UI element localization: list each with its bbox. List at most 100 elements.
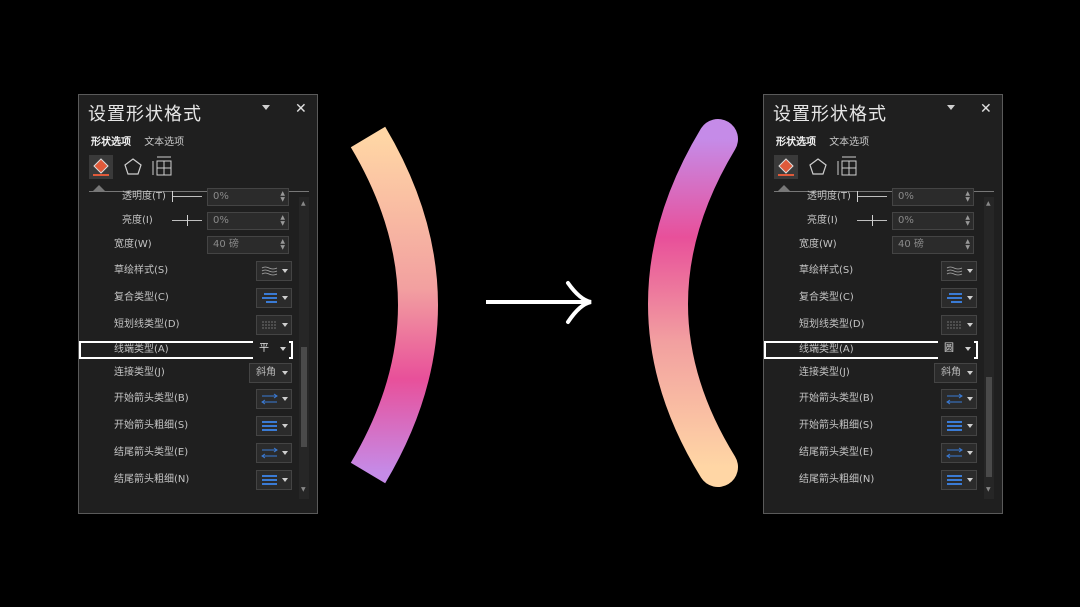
size-properties-icon[interactable] bbox=[151, 155, 175, 179]
sketch-style-button[interactable] bbox=[256, 261, 292, 281]
end-arrow-type-label: 结尾箭头类型(E) bbox=[114, 447, 189, 458]
brightness-label: 亮度(I) bbox=[807, 215, 838, 226]
scrollbar-thumb[interactable] bbox=[986, 377, 992, 477]
arrow-size-icon bbox=[262, 421, 277, 431]
row-cap: 线端类型(A) 平 bbox=[79, 338, 317, 362]
brightness-input[interactable]: 0% ▲ ▼ bbox=[892, 212, 974, 230]
tab-shape-options[interactable]: 形状选项 bbox=[91, 137, 131, 148]
transparency-input[interactable]: 0% ▲ ▼ bbox=[892, 188, 974, 206]
sketch-style-button[interactable] bbox=[941, 261, 977, 281]
sketch-style-icon bbox=[946, 266, 963, 276]
arrow-size-icon bbox=[262, 475, 277, 485]
begin-arrow-type-button[interactable] bbox=[941, 389, 977, 409]
close-icon[interactable]: ✕ bbox=[980, 102, 992, 116]
arrow-right-icon bbox=[486, 281, 592, 324]
width-input[interactable]: 40 磅 ▲ ▼ bbox=[207, 236, 289, 254]
row-end-arrow-type: 结尾箭头类型(E) bbox=[764, 441, 1002, 465]
arrow-type-icon bbox=[261, 393, 278, 405]
join-label: 连接类型(J) bbox=[114, 367, 165, 378]
row-end-arrow-size: 结尾箭头粗细(N) bbox=[764, 468, 1002, 492]
arrow-type-icon bbox=[261, 447, 278, 459]
end-arrow-size-label: 结尾箭头粗细(N) bbox=[799, 474, 875, 485]
cap-type-dropdown[interactable]: 平 bbox=[253, 340, 289, 360]
transparency-slider[interactable] bbox=[172, 191, 202, 202]
dash-type-button[interactable] bbox=[941, 315, 977, 335]
tab-shape-options[interactable]: 形状选项 bbox=[776, 137, 816, 148]
pane-title: 设置形状格式 bbox=[773, 104, 887, 125]
brightness-slider[interactable] bbox=[172, 215, 202, 226]
close-icon[interactable]: ✕ bbox=[295, 102, 307, 116]
compound-label: 复合类型(C) bbox=[114, 292, 169, 303]
shape-effects-icon[interactable] bbox=[806, 155, 830, 179]
transparency-label: 透明度(T) bbox=[122, 191, 166, 202]
end-arrow-size-button[interactable] bbox=[256, 470, 292, 490]
compound-label: 复合类型(C) bbox=[799, 292, 854, 303]
size-properties-icon[interactable] bbox=[836, 155, 860, 179]
begin-arrow-type-button[interactable] bbox=[256, 389, 292, 409]
row-sketch: 草绘样式(S) bbox=[79, 259, 317, 283]
row-compound: 复合类型(C) bbox=[764, 286, 1002, 310]
dash-label: 短划线类型(D) bbox=[114, 319, 180, 330]
pane-options-dropdown[interactable] bbox=[262, 105, 270, 110]
row-brightness: 亮度(I) 0% ▲ ▼ bbox=[79, 209, 317, 233]
end-arrow-type-button[interactable] bbox=[256, 443, 292, 463]
row-width: 宽度(W) 40 磅 ▲ ▼ bbox=[764, 233, 1002, 257]
begin-arrow-type-label: 开始箭头类型(B) bbox=[799, 393, 874, 404]
row-begin-arrow-type: 开始箭头类型(B) bbox=[79, 387, 317, 411]
fill-line-icon[interactable] bbox=[89, 155, 113, 179]
row-join: 连接类型(J) 斜角 bbox=[79, 361, 317, 385]
begin-arrow-size-label: 开始箭头粗细(S) bbox=[799, 420, 874, 431]
scrollbar-thumb[interactable] bbox=[301, 347, 307, 447]
cap-label: 线端类型(A) bbox=[799, 344, 854, 355]
join-type-dropdown[interactable]: 斜角 bbox=[934, 363, 977, 383]
compound-type-icon bbox=[947, 293, 962, 303]
join-type-dropdown[interactable]: 斜角 bbox=[249, 363, 292, 383]
width-input[interactable]: 40 磅 ▲ ▼ bbox=[892, 236, 974, 254]
pane-title: 设置形状格式 bbox=[88, 104, 202, 125]
shape-effects-icon[interactable] bbox=[121, 155, 145, 179]
row-end-arrow-type: 结尾箭头类型(E) bbox=[79, 441, 317, 465]
sketch-label: 草绘样式(S) bbox=[114, 265, 169, 276]
begin-arrow-type-label: 开始箭头类型(B) bbox=[114, 393, 189, 404]
end-arrow-type-button[interactable] bbox=[941, 443, 977, 463]
begin-arrow-size-button[interactable] bbox=[256, 416, 292, 436]
transparency-slider[interactable] bbox=[857, 191, 887, 202]
flat-cap-arc-shape bbox=[350, 126, 438, 484]
join-label: 连接类型(J) bbox=[799, 367, 850, 378]
arrow-type-icon bbox=[946, 447, 963, 459]
compound-type-button[interactable] bbox=[941, 288, 977, 308]
row-transparency: 透明度(T) 0% ▲ ▼ bbox=[764, 185, 1002, 209]
row-transparency: 透明度(T) 0% ▲ ▼ bbox=[79, 185, 317, 209]
pane-scrollbar[interactable]: ▲ ▼ bbox=[984, 197, 994, 499]
sketch-style-icon bbox=[261, 266, 278, 276]
row-end-arrow-size: 结尾箭头粗细(N) bbox=[79, 468, 317, 492]
format-shape-pane-right: 设置形状格式 ✕ 形状选项 文本选项 透明度(T) 0% ▲ ▼ 亮度(I) 0% ▲… bbox=[763, 94, 1003, 514]
row-begin-arrow-size: 开始箭头粗细(S) bbox=[764, 414, 1002, 438]
dash-type-icon bbox=[262, 321, 277, 329]
row-width: 宽度(W) 40 磅 ▲ ▼ bbox=[79, 233, 317, 257]
brightness-label: 亮度(I) bbox=[122, 215, 153, 226]
end-arrow-size-label: 结尾箭头粗细(N) bbox=[114, 474, 190, 485]
brightness-input[interactable]: 0% ▲ ▼ bbox=[207, 212, 289, 230]
transparency-label: 透明度(T) bbox=[807, 191, 851, 202]
pane-scrollbar[interactable]: ▲ ▼ bbox=[299, 197, 309, 499]
format-shape-pane-left: 设置形状格式 ✕ 形状选项 文本选项 透明度(T) 0% ▲ ▼ 亮度(I) 0% ▲… bbox=[78, 94, 318, 514]
end-arrow-size-button[interactable] bbox=[941, 470, 977, 490]
begin-arrow-size-button[interactable] bbox=[941, 416, 977, 436]
tab-text-options[interactable]: 文本选项 bbox=[829, 137, 869, 148]
tab-text-options[interactable]: 文本选项 bbox=[144, 137, 184, 148]
brightness-slider[interactable] bbox=[857, 215, 887, 226]
compound-type-icon bbox=[262, 293, 277, 303]
dash-type-button[interactable] bbox=[256, 315, 292, 335]
cap-type-dropdown[interactable]: 圆 bbox=[938, 340, 974, 360]
row-compound: 复合类型(C) bbox=[79, 286, 317, 310]
transparency-input[interactable]: 0% ▲ ▼ bbox=[207, 188, 289, 206]
fill-line-icon[interactable] bbox=[774, 155, 798, 179]
row-begin-arrow-type: 开始箭头类型(B) bbox=[764, 387, 1002, 411]
pane-options-dropdown[interactable] bbox=[947, 105, 955, 110]
compound-type-button[interactable] bbox=[256, 288, 292, 308]
row-sketch: 草绘样式(S) bbox=[764, 259, 1002, 283]
arrow-size-icon bbox=[947, 475, 962, 485]
cap-label: 线端类型(A) bbox=[114, 344, 169, 355]
arrow-type-icon bbox=[946, 393, 963, 405]
